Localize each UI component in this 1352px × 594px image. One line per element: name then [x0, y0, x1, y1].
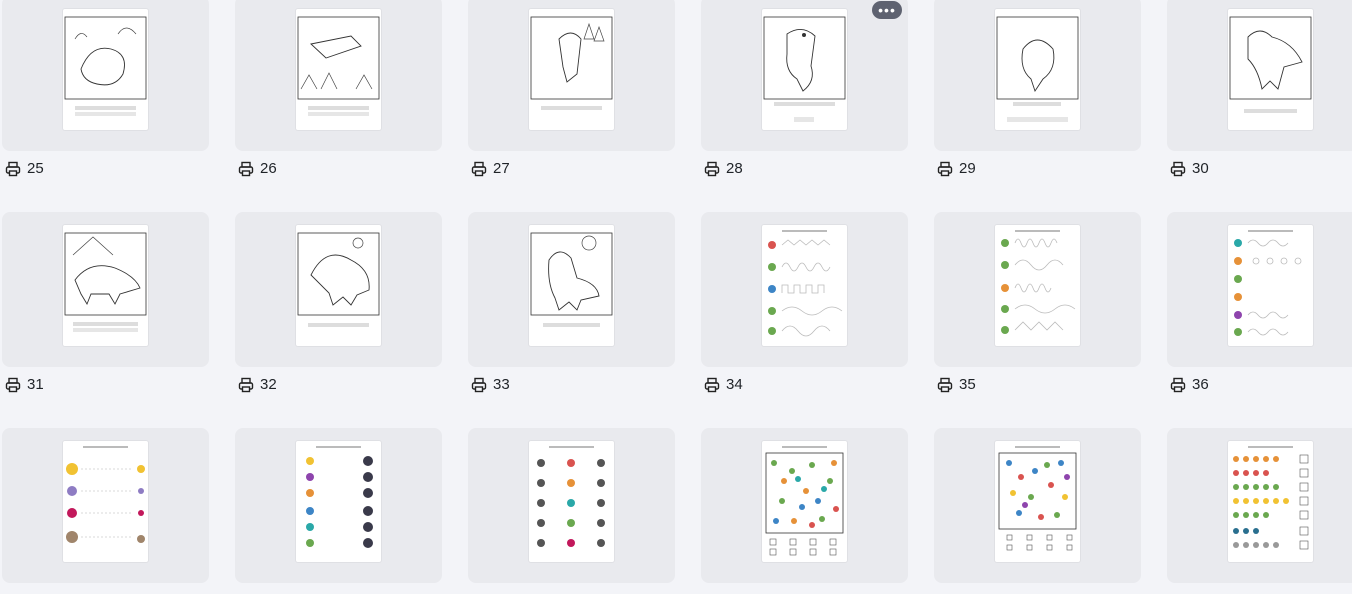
page-number: 30 — [1192, 160, 1209, 177]
printer-icon — [937, 161, 953, 176]
page-number: 31 — [27, 376, 44, 393]
printer-icon — [238, 161, 254, 176]
page-card-25[interactable]: 25 — [2, 0, 209, 177]
page-thumbnail-42 — [1228, 441, 1313, 562]
page-thumbnail-36 — [1228, 225, 1313, 346]
page-thumbnail-35 — [995, 225, 1080, 346]
page-card-30[interactable]: 30 — [1167, 0, 1352, 177]
printer-icon — [471, 161, 487, 176]
printer-icon — [1170, 377, 1186, 392]
page-card-29[interactable]: 29 — [934, 0, 1141, 177]
page-card-37[interactable] — [2, 428, 209, 583]
page-number: 27 — [493, 160, 510, 177]
page-thumbnail-38 — [296, 441, 381, 562]
page-card-42[interactable] — [1167, 428, 1352, 583]
page-label-30: 30 — [1170, 160, 1209, 177]
page-thumbnail-39 — [529, 441, 614, 562]
page-thumbnail-30 — [1228, 9, 1313, 130]
printer-icon — [1170, 161, 1186, 176]
more-options-button[interactable]: ••• — [872, 1, 902, 19]
page-label-32: 32 — [238, 376, 277, 393]
printer-icon — [238, 377, 254, 392]
page-label-33: 33 — [471, 376, 510, 393]
page-card-39[interactable] — [468, 428, 675, 583]
page-label-36: 36 — [1170, 376, 1209, 393]
printer-icon — [704, 161, 720, 176]
page-card-32[interactable]: 32 — [235, 212, 442, 393]
page-label-29: 29 — [937, 160, 976, 177]
page-grid: 25 26 27 28 29 30 31 32 33 34 35 36 ••• — [0, 0, 1352, 594]
page-label-26: 26 — [238, 160, 277, 177]
page-card-38[interactable] — [235, 428, 442, 583]
page-thumbnail-37 — [63, 441, 148, 562]
page-thumbnail-26 — [296, 9, 381, 130]
page-card-33[interactable]: 33 — [468, 212, 675, 393]
page-number: 25 — [27, 160, 44, 177]
page-thumbnail-25 — [63, 9, 148, 130]
page-number: 34 — [726, 376, 743, 393]
page-label-27: 27 — [471, 160, 510, 177]
page-thumbnail-32 — [296, 225, 381, 346]
page-thumbnail-31 — [63, 225, 148, 346]
page-number: 28 — [726, 160, 743, 177]
page-number: 32 — [260, 376, 277, 393]
page-number: 26 — [260, 160, 277, 177]
page-number: 36 — [1192, 376, 1209, 393]
page-label-35: 35 — [937, 376, 976, 393]
page-card-28[interactable]: 28 — [701, 0, 908, 177]
page-card-35[interactable]: 35 — [934, 212, 1141, 393]
page-thumbnail-40 — [762, 441, 847, 562]
page-number: 29 — [959, 160, 976, 177]
printer-icon — [471, 377, 487, 392]
page-number: 33 — [493, 376, 510, 393]
page-thumbnail-27 — [529, 9, 614, 130]
printer-icon — [5, 377, 21, 392]
page-thumbnail-33 — [529, 225, 614, 346]
page-thumbnail-28 — [762, 9, 847, 130]
page-thumbnail-34 — [762, 225, 847, 346]
page-card-40[interactable] — [701, 428, 908, 583]
page-card-31[interactable]: 31 — [2, 212, 209, 393]
page-card-34[interactable]: 34 — [701, 212, 908, 393]
page-thumbnail-29 — [995, 9, 1080, 130]
page-card-26[interactable]: 26 — [235, 0, 442, 177]
page-label-31: 31 — [5, 376, 44, 393]
printer-icon — [5, 161, 21, 176]
page-card-36[interactable]: 36 — [1167, 212, 1352, 393]
page-card-41[interactable] — [934, 428, 1141, 583]
page-number: 35 — [959, 376, 976, 393]
printer-icon — [704, 377, 720, 392]
page-label-34: 34 — [704, 376, 743, 393]
page-thumbnail-41 — [995, 441, 1080, 562]
ellipsis-icon: ••• — [878, 2, 896, 18]
page-label-28: 28 — [704, 160, 743, 177]
page-label-25: 25 — [5, 160, 44, 177]
printer-icon — [937, 377, 953, 392]
page-card-27[interactable]: 27 — [468, 0, 675, 177]
